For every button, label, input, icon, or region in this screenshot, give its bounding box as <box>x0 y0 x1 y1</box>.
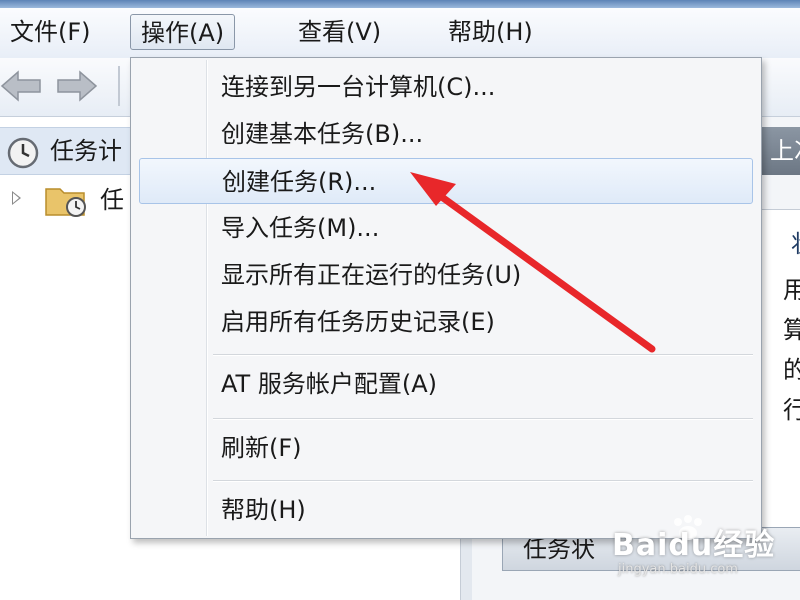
menu-item-import-task[interactable]: 导入任务(M)... <box>139 205 753 251</box>
details-text-line: 用任 <box>783 276 800 304</box>
menu-action[interactable]: 操作(A) <box>130 14 236 50</box>
menu-bar: 文件(F) 操作(A) 查看(V) 帮助(H) <box>0 8 800 59</box>
details-text-line: 的常 <box>783 356 800 384</box>
menu-file[interactable]: 文件(F) <box>0 14 101 50</box>
action-menu-dropdown: 连接到另一台计算机(C)... 创建基本任务(B)... 创建任务(R)... … <box>130 57 762 539</box>
toolbar-separator <box>118 66 120 106</box>
watermark-text: Baidu经验 <box>612 528 776 563</box>
baidu-watermark: Baidu经验 jingyan.baidu.com <box>612 515 792 590</box>
menu-item-at-service-config[interactable]: AT 服务帐户配置(A) <box>139 361 753 407</box>
menu-item-enable-history[interactable]: 启用所有任务历史记录(E) <box>139 299 753 345</box>
menu-separator <box>213 354 753 355</box>
menu-separator <box>213 480 753 481</box>
window-title-strip <box>0 0 800 8</box>
menu-item-display-running-tasks[interactable]: 显示所有正在运行的任务(U) <box>139 252 753 298</box>
menu-separator <box>213 418 753 419</box>
menu-item-create-task[interactable]: 创建任务(R)... <box>139 158 753 204</box>
folder-clock-icon <box>45 188 86 217</box>
menu-item-refresh[interactable]: 刷新(F) <box>139 425 753 471</box>
clock-icon <box>7 137 39 169</box>
watermark-url: jingyan.baidu.com <box>618 562 738 577</box>
expand-arrow-icon[interactable] <box>12 191 21 205</box>
menu-view[interactable]: 查看(V) <box>288 14 391 50</box>
menu-item-connect-computer[interactable]: 连接到另一台计算机(C)... <box>139 64 753 110</box>
forward-arrow-icon[interactable] <box>54 68 98 104</box>
tree-item-label: 任 <box>100 186 124 214</box>
details-text-line: 行操 <box>783 396 800 424</box>
menu-item-create-basic-task[interactable]: 创建基本任务(B)... <box>139 111 753 157</box>
menu-help[interactable]: 帮助(H) <box>438 14 543 50</box>
back-arrow-icon[interactable] <box>0 68 44 104</box>
details-tab[interactable]: 状 <box>791 224 800 259</box>
tree-item-label: 任务计 <box>50 137 122 165</box>
details-text-line: 算机 <box>783 316 800 344</box>
